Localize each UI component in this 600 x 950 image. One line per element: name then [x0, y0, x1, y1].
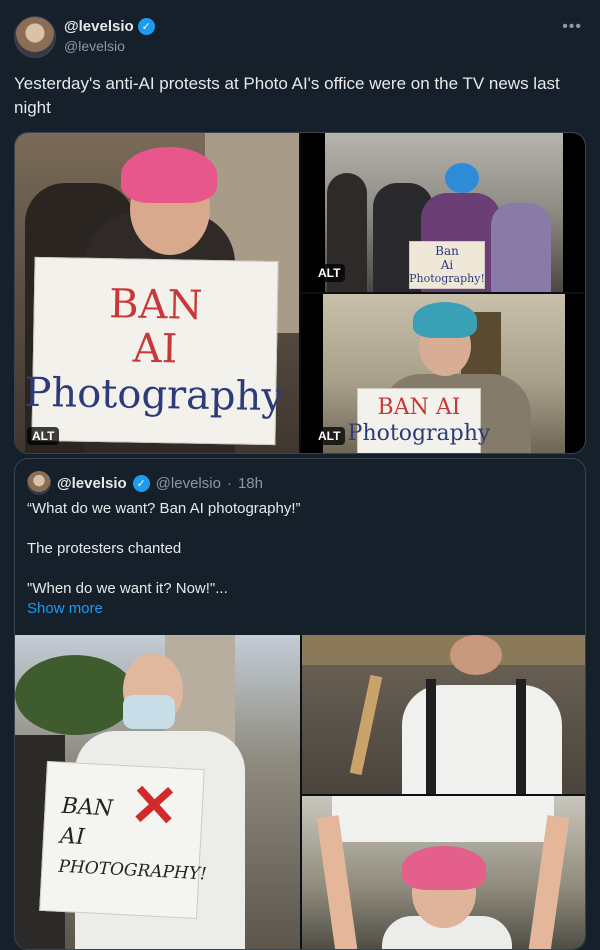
sign-line-2: AI: [132, 325, 178, 373]
quote-body: “What do we want? Ban AI photography!” T…: [27, 499, 575, 599]
author-name-line[interactable]: @levelsio ✓: [64, 18, 155, 35]
media-grid: BAN AI Photography ALT Ban Ai Photograph…: [14, 132, 586, 454]
quote-media-image-3[interactable]: [302, 796, 585, 949]
quote-author-handle[interactable]: @levelsio: [156, 475, 221, 492]
alt-badge[interactable]: ALT: [313, 427, 346, 445]
sign-line-3: Photography!: [409, 272, 485, 285]
quote-media-image-1[interactable]: BAN AI PHOTOGRAPHY! ✕: [15, 635, 300, 949]
more-horizontal-icon[interactable]: •••: [562, 18, 582, 36]
sign-line-1: Ban: [435, 244, 459, 258]
separator-dot: ·: [226, 474, 232, 492]
quote-media-grid: BAN AI PHOTOGRAPHY! ✕: [15, 635, 585, 949]
show-more-link[interactable]: Show more: [27, 600, 103, 617]
teal-hair: [413, 302, 477, 338]
pink-hair: [121, 147, 217, 203]
quote-line-1: “What do we want? Ban AI photography!”: [27, 500, 301, 517]
sign-line-2: Photography: [347, 421, 491, 446]
blue-hair: [445, 163, 479, 193]
media-image-3[interactable]: BAN AI Photography ALT: [301, 294, 585, 453]
media-image-2[interactable]: Ban Ai Photography! ALT: [301, 133, 585, 292]
person-head: [450, 635, 502, 675]
sign-line-2: AI: [59, 823, 86, 851]
quote-author-name[interactable]: @levelsio: [57, 475, 127, 492]
sign-line-1: BAN: [108, 281, 203, 329]
red-x-icon: ✕: [128, 770, 181, 841]
sign-line-2: Ai: [440, 258, 454, 272]
media-image-1[interactable]: BAN AI Photography ALT: [15, 133, 299, 453]
sign-line-3: Photography: [24, 369, 285, 421]
tweet-text: Yesterday's anti-AI protests at Photo AI…: [14, 74, 560, 117]
quote-header: @levelsio ✓ @levelsio · 18h: [27, 471, 263, 495]
blank-sign: [332, 796, 554, 842]
protest-sign: BAN AI Photography: [24, 256, 284, 446]
avatar[interactable]: [27, 471, 51, 495]
author-name[interactable]: @levelsio: [64, 18, 134, 35]
quoted-tweet[interactable]: @levelsio ✓ @levelsio · 18h “What do we …: [14, 458, 586, 950]
sign-line-3: PHOTOGRAPHY!: [57, 856, 208, 885]
post-header: @levelsio ✓ @levelsio •••: [14, 16, 586, 58]
protest-sign: BAN AI Photography: [348, 388, 490, 453]
verified-badge-icon: ✓: [132, 474, 150, 492]
verified-badge-icon: ✓: [137, 18, 155, 35]
face-mask: [123, 695, 175, 729]
protest-sign: Ban Ai Photography!: [409, 241, 485, 289]
quote-line-3: "When do we want it? Now!"...: [27, 580, 228, 597]
quote-timestamp[interactable]: 18h: [238, 475, 263, 492]
alt-badge[interactable]: ALT: [27, 427, 60, 445]
sign-line-1: BAN AI: [377, 395, 461, 420]
protest-sign: BAN AI PHOTOGRAPHY! ✕: [39, 760, 208, 920]
pink-hair: [402, 846, 486, 890]
quote-media-image-2[interactable]: [302, 635, 585, 794]
author-handle[interactable]: @levelsio: [64, 38, 125, 54]
avatar[interactable]: [14, 16, 56, 58]
alt-badge[interactable]: ALT: [313, 264, 346, 282]
sign-line-1: BAN: [61, 793, 114, 822]
quote-line-2: The protesters chanted: [27, 540, 182, 557]
